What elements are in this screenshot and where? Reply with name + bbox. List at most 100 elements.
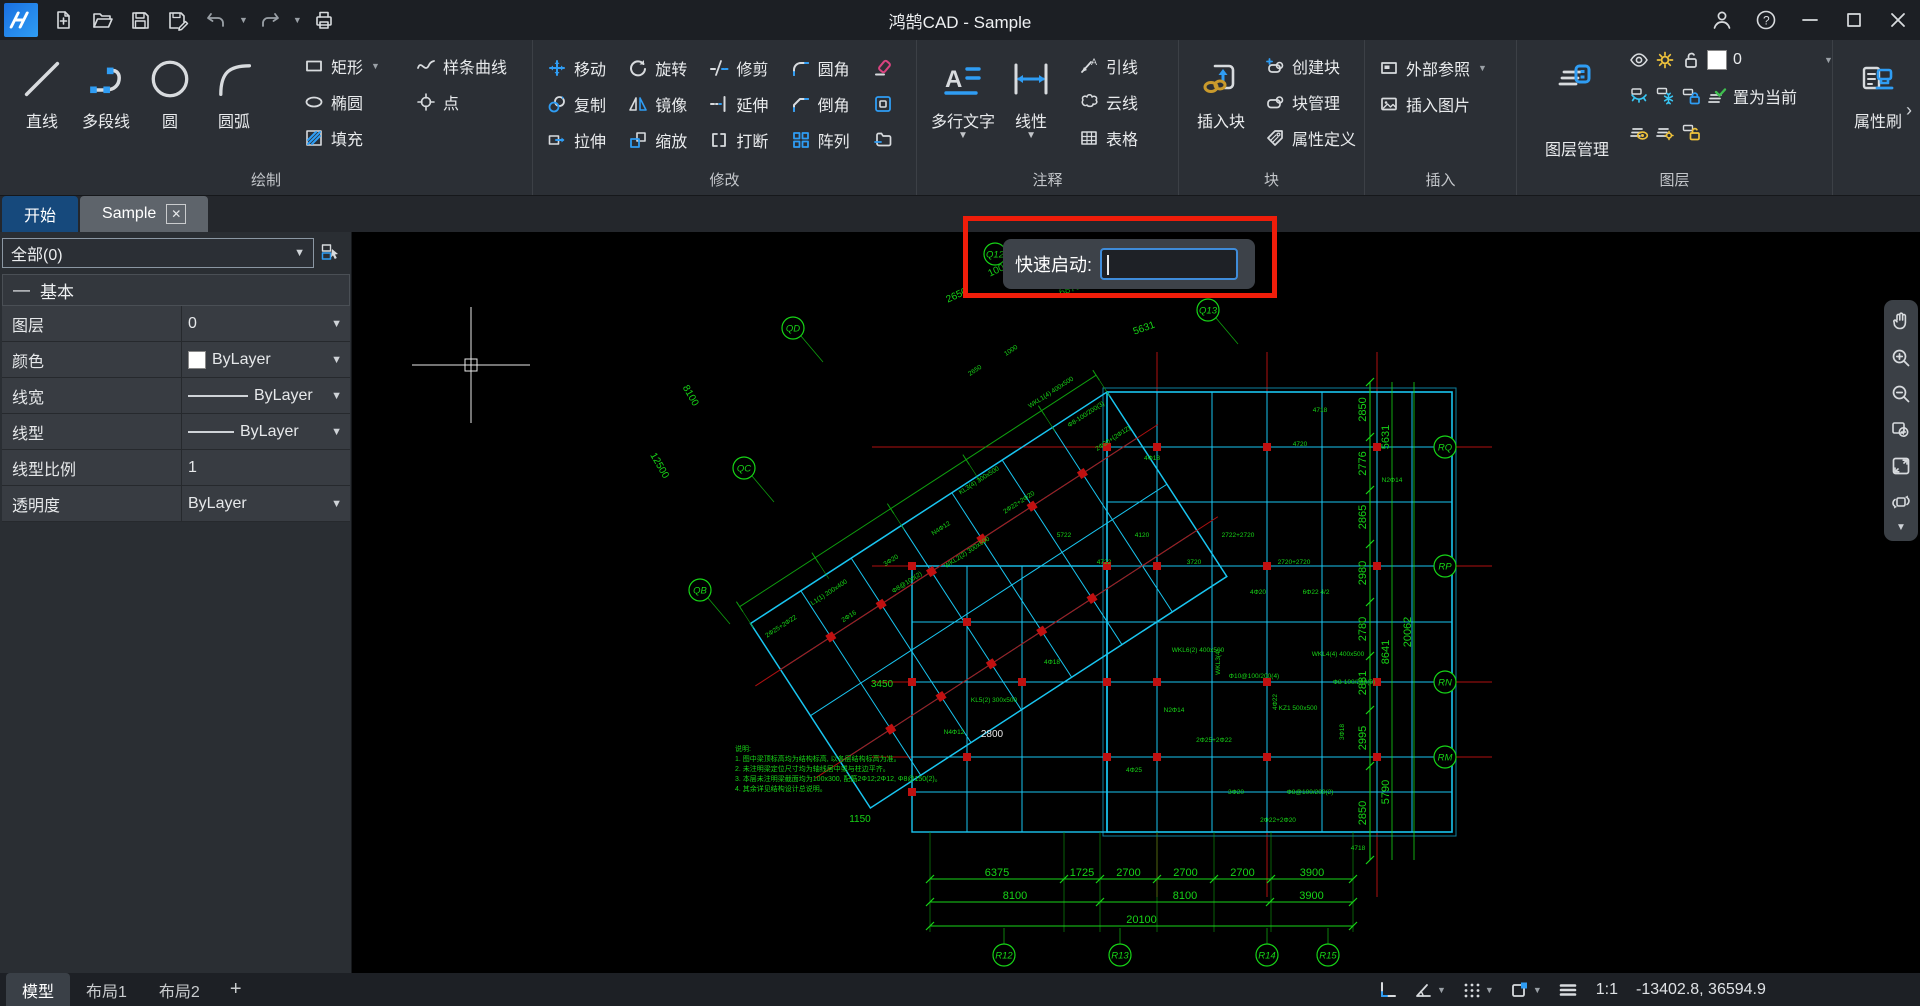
layer-thaw-sun-icon[interactable] xyxy=(1655,122,1675,142)
ribbon-button-offset[interactable] xyxy=(868,86,898,122)
layer-hide-icon[interactable] xyxy=(1629,86,1649,106)
undo-dropdown-caret[interactable]: ▼ xyxy=(239,15,248,25)
print-button[interactable] xyxy=(308,4,340,36)
chevron-down-icon[interactable]: ▼ xyxy=(331,318,342,330)
chevron-down-icon[interactable]: ▼ xyxy=(1533,985,1542,995)
property-value-cell[interactable]: ByLayer ▼ xyxy=(182,342,350,377)
ribbon-button-polyline[interactable]: 多段线 xyxy=(74,48,138,134)
layout-tab-布局1[interactable]: 布局1 xyxy=(70,973,143,1006)
layer-set-current-button[interactable]: 置为当前 xyxy=(1707,84,1797,108)
ribbon-button-arc[interactable]: 圆弧 xyxy=(202,48,266,134)
zoom-window-button[interactable] xyxy=(1886,412,1916,448)
ribbon-button-spline[interactable]: 样条曲线 xyxy=(412,48,511,84)
ribbon-button-trim[interactable]: 修剪 xyxy=(705,50,784,86)
layer-manager-icon[interactable] xyxy=(1527,46,1623,104)
chevron-down-icon[interactable]: ▼ xyxy=(371,61,380,71)
orbit-button[interactable] xyxy=(1886,484,1916,520)
drawing-canvas[interactable]: 6375 1725 2700 2700 2700 3900 8100 8100 3900 2010… xyxy=(352,232,1920,973)
layer-color-swatch[interactable] xyxy=(1707,50,1727,70)
object-snap-toggle[interactable]: ▼ xyxy=(1510,980,1542,1000)
ribbon-button-array[interactable]: 阵列 xyxy=(787,122,866,158)
ribbon-button-revcloud[interactable]: 云线 xyxy=(1075,84,1142,120)
ribbon-button-mirror[interactable]: 镜像 xyxy=(624,86,703,122)
zoom-extents-button[interactable] xyxy=(1886,448,1916,484)
help-button[interactable]: ? xyxy=(1744,0,1788,40)
close-button[interactable] xyxy=(1876,0,1920,40)
match-properties-button[interactable]: 属性刷 xyxy=(1843,48,1913,134)
ribbon-button-ellipse[interactable]: 椭圆 xyxy=(300,84,384,120)
ribbon-button-insert-block[interactable]: 插入块 xyxy=(1189,48,1253,134)
zoom-out-button[interactable] xyxy=(1886,376,1916,412)
open-file-button[interactable] xyxy=(86,4,118,36)
property-value-cell[interactable]: 0 ▼ xyxy=(182,306,350,341)
selection-filter-dropdown[interactable]: 全部(0) ▼ xyxy=(2,238,314,268)
chevron-down-icon[interactable]: ▼ xyxy=(1485,985,1494,995)
ribbon-button-rectangle[interactable]: 矩形 ▼ xyxy=(300,48,384,84)
ribbon-button-point[interactable]: 点 xyxy=(412,84,511,120)
status-menu-toggle[interactable] xyxy=(1558,980,1578,1000)
property-value-cell[interactable]: ByLayer ▼ xyxy=(182,486,350,521)
ribbon-button-rotate[interactable]: 旋转 xyxy=(624,50,703,86)
ribbon-button-explode[interactable] xyxy=(868,122,898,158)
polar-tracking-toggle[interactable]: ▼ xyxy=(1414,980,1446,1000)
ribbon-button-leader[interactable]: A 引线 xyxy=(1075,48,1142,84)
chevron-down-icon[interactable]: ▼ xyxy=(331,354,342,366)
ribbon-button-circle[interactable]: 圆 xyxy=(138,48,202,134)
ribbon-button-extend[interactable]: 延伸 xyxy=(705,86,784,122)
ribbon-button-copy[interactable]: 复制 xyxy=(543,86,622,122)
ribbon-button-scale[interactable]: 缩放 xyxy=(624,122,703,158)
layer-visible-eye-icon[interactable] xyxy=(1629,50,1649,70)
maximize-button[interactable] xyxy=(1832,0,1876,40)
doc-tab-start[interactable]: 开始 xyxy=(2,196,79,232)
redo-button[interactable] xyxy=(254,4,286,36)
ribbon-button-chamfer[interactable]: 倒角 xyxy=(787,86,866,122)
ribbon-button-stretch[interactable]: 拉伸 xyxy=(543,122,622,158)
zoom-in-button[interactable] xyxy=(1886,340,1916,376)
redo-dropdown-caret[interactable]: ▼ xyxy=(293,15,302,25)
ribbon-button-insert-image[interactable]: 插入图片 xyxy=(1375,86,1510,122)
quick-select-icon[interactable] xyxy=(317,240,345,266)
ribbon-button-table[interactable]: 表格 xyxy=(1075,120,1142,156)
new-file-button[interactable] xyxy=(48,4,80,36)
minimize-button[interactable] xyxy=(1788,0,1832,40)
pan-button[interactable] xyxy=(1886,304,1916,340)
ribbon-button-attribute-define[interactable]: 属性定义 xyxy=(1261,120,1360,156)
app-logo[interactable] xyxy=(4,3,38,37)
layer-freeze-icon[interactable] xyxy=(1655,86,1675,106)
ribbon-button-break[interactable]: 打断 xyxy=(705,122,784,158)
layout-tab-布局2[interactable]: 布局2 xyxy=(143,973,216,1006)
add-layout-button[interactable]: + xyxy=(216,978,256,1001)
chevron-down-icon[interactable]: ▼ xyxy=(1437,985,1446,995)
ribbon-expand-chevron[interactable]: › xyxy=(1901,100,1917,121)
chevron-down-icon[interactable]: ▼ xyxy=(331,426,342,438)
ribbon-button-hatch[interactable]: 填充 xyxy=(300,120,384,156)
section-header-basic[interactable]: — 基本 xyxy=(2,274,350,306)
layer-manager-button[interactable]: 图层管理 xyxy=(1529,136,1625,160)
ribbon-button-move[interactable]: 移动 xyxy=(543,50,622,86)
ribbon-button-erase[interactable] xyxy=(868,50,898,86)
scale-indicator[interactable]: 1:1 xyxy=(1596,981,1618,999)
ribbon-button-block-manager[interactable]: 块管理 xyxy=(1261,84,1360,120)
ribbon-button-dim-linear[interactable]: 线性 ▼ xyxy=(999,48,1063,142)
chevron-down-icon[interactable]: ▼ xyxy=(331,390,342,402)
undo-button[interactable] xyxy=(200,4,232,36)
doc-tab-sample[interactable]: Sample ✕ xyxy=(80,196,209,232)
chevron-down-icon[interactable]: ▼ xyxy=(958,131,968,141)
chevron-down-icon[interactable]: ▼ xyxy=(331,498,342,510)
quick-start-input[interactable] xyxy=(1100,248,1239,280)
grid-display-toggle[interactable]: ▼ xyxy=(1462,980,1494,1000)
tab-close-icon[interactable]: ✕ xyxy=(166,204,187,224)
layer-lock-icon[interactable] xyxy=(1681,86,1701,106)
property-value-cell[interactable]: ByLayer ▼ xyxy=(182,414,350,449)
layer-show-eye-icon[interactable] xyxy=(1629,122,1649,142)
chevron-down-icon[interactable]: ▼ xyxy=(1478,63,1487,73)
save-button[interactable] xyxy=(124,4,156,36)
ribbon-button-mtext[interactable]: A 多行文字 ▼ xyxy=(927,48,999,142)
layer-unlock-yellow-icon[interactable] xyxy=(1681,122,1701,142)
layer-unlock-icon[interactable] xyxy=(1681,50,1701,70)
layout-tab-模型[interactable]: 模型 xyxy=(6,973,71,1006)
user-button[interactable] xyxy=(1700,0,1744,40)
ribbon-button-xref[interactable]: 外部参照 ▼ xyxy=(1375,50,1510,86)
layer-on-sun-icon[interactable] xyxy=(1655,50,1675,70)
ribbon-button-line[interactable]: 直线 xyxy=(10,48,74,134)
